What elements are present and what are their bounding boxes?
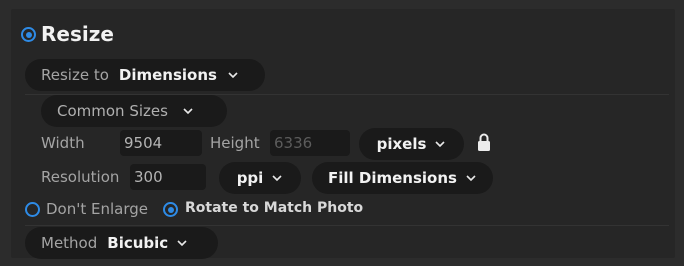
panel-title: Resize	[41, 22, 114, 46]
resolution-unit-value: ppi	[236, 169, 264, 187]
chevron-down-icon	[227, 69, 239, 81]
fill-mode-value: Fill Dimensions	[328, 169, 457, 187]
resize-to-label: Resize to	[41, 66, 109, 84]
method-dropdown[interactable]: Method Bicubic	[25, 227, 218, 259]
common-sizes-dropdown[interactable]: Common Sizes	[41, 95, 227, 127]
chevron-down-icon	[271, 172, 283, 184]
resolution-label: Resolution	[41, 168, 120, 186]
chevron-down-icon	[176, 237, 188, 249]
fill-mode-dropdown[interactable]: Fill Dimensions	[312, 162, 493, 194]
common-sizes-label: Common Sizes	[57, 102, 168, 120]
dimension-unit-dropdown[interactable]: pixels	[359, 128, 464, 160]
height-value: 6336	[274, 134, 313, 152]
resolution-unit-dropdown[interactable]: ppi	[219, 162, 301, 194]
rotate-to-match-radio[interactable]	[163, 202, 178, 217]
method-label: Method	[41, 234, 98, 252]
height-label: Height	[210, 134, 260, 152]
resolution-input[interactable]: 300	[130, 164, 206, 190]
lock-icon[interactable]	[477, 132, 491, 152]
chevron-down-icon	[434, 138, 446, 150]
width-value: 9504	[124, 134, 163, 152]
divider	[25, 225, 669, 226]
resize-enable-toggle[interactable]	[21, 27, 36, 42]
width-input[interactable]: 9504	[120, 130, 202, 156]
resolution-value: 300	[134, 168, 163, 186]
resize-to-dropdown[interactable]: Resize to Dimensions	[25, 59, 265, 91]
rotate-to-match-label[interactable]: Rotate to Match Photo	[185, 200, 363, 216]
resize-to-value: Dimensions	[118, 66, 217, 84]
chevron-down-icon	[465, 172, 477, 184]
height-input[interactable]: 6336	[270, 130, 350, 156]
chevron-down-icon	[182, 105, 194, 117]
method-value: Bicubic	[107, 234, 169, 252]
dimension-unit-value: pixels	[376, 135, 427, 153]
dont-enlarge-radio[interactable]	[25, 202, 40, 217]
dont-enlarge-label[interactable]: Don't Enlarge	[46, 200, 148, 218]
width-label: Width	[41, 134, 85, 152]
